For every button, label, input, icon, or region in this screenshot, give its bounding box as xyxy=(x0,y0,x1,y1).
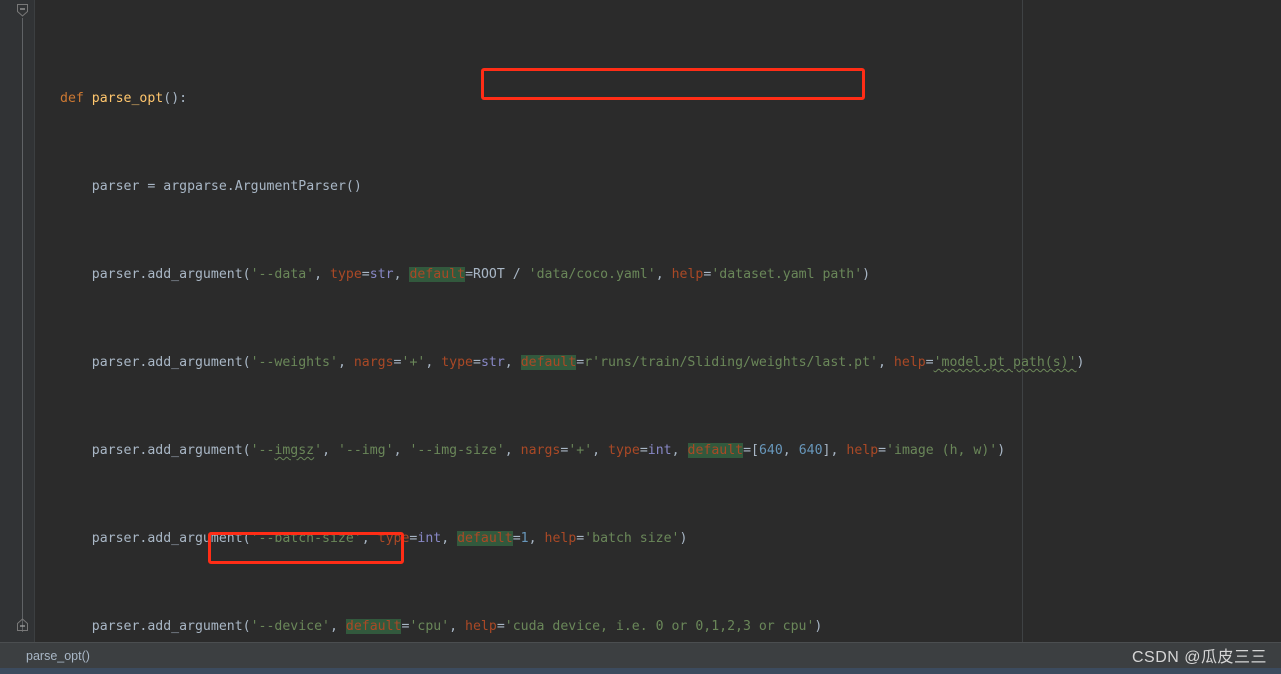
code-line[interactable]: def parse_opt(): xyxy=(34,88,1281,110)
breadcrumb-path[interactable]: parse_opt() xyxy=(26,649,90,663)
fold-collapse-icon-top[interactable] xyxy=(16,4,29,17)
code-line[interactable]: parser.add_argument('--device', default=… xyxy=(34,616,1281,638)
code-line[interactable]: parser.add_argument('--imgsz', '--img', … xyxy=(34,440,1281,462)
breadcrumb-bar[interactable]: parse_opt() xyxy=(0,642,1281,669)
code-line[interactable]: parser.add_argument('--data', type=str, … xyxy=(34,264,1281,286)
editor-gutter[interactable] xyxy=(0,0,35,642)
ide-window: def parse_opt(): parser = argparse.Argum… xyxy=(0,0,1281,674)
code-line[interactable]: parser = argparse.ArgumentParser() xyxy=(34,176,1281,198)
code-fold-guide-line xyxy=(22,18,23,632)
csdn-watermark: CSDN @瓜皮三三 xyxy=(1131,649,1267,666)
code-line[interactable]: parser.add_argument('--weights', nargs='… xyxy=(34,352,1281,374)
code-line[interactable]: parser.add_argument('--batch-size', type… xyxy=(34,528,1281,550)
code-content[interactable]: def parse_opt(): parser = argparse.Argum… xyxy=(34,0,1281,642)
bottom-strip xyxy=(0,668,1281,674)
fold-collapse-icon-bottom[interactable] xyxy=(16,618,29,631)
code-editor[interactable]: def parse_opt(): parser = argparse.Argum… xyxy=(0,0,1281,642)
